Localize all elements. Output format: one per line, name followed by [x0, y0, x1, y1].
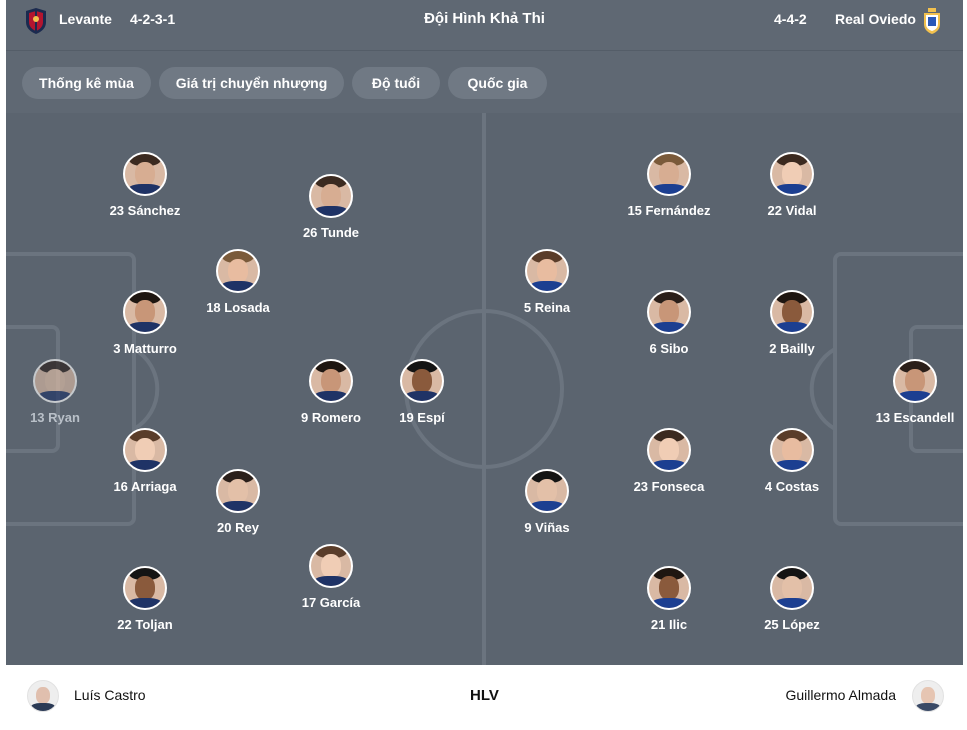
lineup-header: Levante 4-2-3-1 Đội Hình Khả Thi 4-4-2 R… [6, 0, 963, 51]
player-photo [770, 428, 814, 472]
player-photo [123, 290, 167, 334]
player-photo [525, 249, 569, 293]
tab-age[interactable]: Độ tuổi [352, 67, 440, 99]
home-player[interactable]: 13 Ryan [6, 359, 110, 425]
away-player[interactable]: 22 Vidal [737, 152, 847, 218]
player-label: 3 Matturro [113, 341, 177, 356]
tab-nationality[interactable]: Quốc gia [448, 67, 547, 99]
player-photo [33, 359, 77, 403]
player-photo [400, 359, 444, 403]
player-label: 6 Sibo [649, 341, 689, 356]
player-photo [647, 152, 691, 196]
home-player[interactable]: 23 Sánchez [90, 152, 200, 218]
coaches-bar: Luís Castro HLV Guillermo Almada [6, 665, 963, 725]
player-label: 4 Costas [764, 479, 820, 494]
player-label: 21 Ilic [650, 617, 688, 632]
away-player[interactable]: 23 Fonseca [614, 428, 724, 494]
player-photo [647, 566, 691, 610]
player-label: 15 Fernández [627, 203, 711, 218]
away-player[interactable]: 4 Costas [737, 428, 847, 494]
away-player[interactable]: 5 Reina [492, 249, 602, 315]
player-label: 13 Escandell [875, 410, 955, 425]
away-player[interactable]: 15 Fernández [614, 152, 724, 218]
player-photo [770, 290, 814, 334]
player-photo [309, 174, 353, 218]
stat-tabs: Thống kê mùa Giá trị chuyển nhượng Độ tu… [6, 51, 963, 113]
player-label: 23 Sánchez [109, 203, 181, 218]
player-label: 13 Ryan [30, 410, 80, 425]
pitch: 13 Ryan 23 Sánchez 3 Matturro 16 Arriaga 22 … [6, 113, 963, 665]
player-photo [647, 428, 691, 472]
player-photo [893, 359, 937, 403]
player-label: 26 Tunde [302, 225, 360, 240]
home-player[interactable]: 17 García [276, 544, 386, 610]
away-player[interactable]: 2 Bailly [737, 290, 847, 356]
player-photo [309, 544, 353, 588]
home-player[interactable]: 26 Tunde [276, 174, 386, 240]
tab-season-stats[interactable]: Thống kê mùa [22, 67, 151, 99]
away-formation: 4-4-2 [774, 11, 807, 27]
player-photo [525, 469, 569, 513]
player-photo [123, 152, 167, 196]
player-label: 23 Fonseca [633, 479, 705, 494]
away-player[interactable]: 21 Ilic [614, 566, 724, 632]
player-label: 19 Espí [399, 410, 445, 425]
player-photo [647, 290, 691, 334]
tab-transfer-value[interactable]: Giá trị chuyển nhượng [159, 67, 344, 99]
away-player[interactable]: 6 Sibo [614, 290, 724, 356]
player-photo [770, 566, 814, 610]
player-label: 22 Vidal [767, 203, 817, 218]
real-oviedo-crest-icon [924, 8, 940, 34]
player-label: 20 Rey [217, 520, 259, 535]
player-photo [309, 359, 353, 403]
player-label: 5 Reina [523, 300, 571, 315]
away-player[interactable]: 25 López [737, 566, 847, 632]
home-player[interactable]: 22 Toljan [90, 566, 200, 632]
home-player[interactable]: 19 Espí [367, 359, 477, 425]
home-player[interactable]: 20 Rey [183, 469, 293, 535]
away-team-name[interactable]: Real Oviedo [835, 11, 916, 27]
player-photo [216, 469, 260, 513]
away-player[interactable]: 9 Viñas [492, 469, 602, 535]
lineup-widget: Levante 4-2-3-1 Đội Hình Khả Thi 4-4-2 R… [6, 0, 963, 730]
player-photo [123, 428, 167, 472]
player-photo [123, 566, 167, 610]
away-coach-avatar [912, 680, 944, 712]
player-label: 2 Bailly [769, 341, 815, 356]
player-label: 9 Viñas [524, 520, 570, 535]
home-player[interactable]: 18 Losada [183, 249, 293, 315]
player-label: 17 García [301, 595, 361, 610]
player-photo [770, 152, 814, 196]
player-photo [216, 249, 260, 293]
away-player[interactable]: 13 Escandell [860, 359, 963, 425]
player-label: 22 Toljan [117, 617, 173, 632]
away-coach-name[interactable]: Guillermo Almada [786, 687, 897, 703]
player-label: 18 Losada [206, 300, 270, 315]
player-label: 25 López [764, 617, 820, 632]
lineup-title: Đội Hình Khả Thi [424, 10, 545, 27]
